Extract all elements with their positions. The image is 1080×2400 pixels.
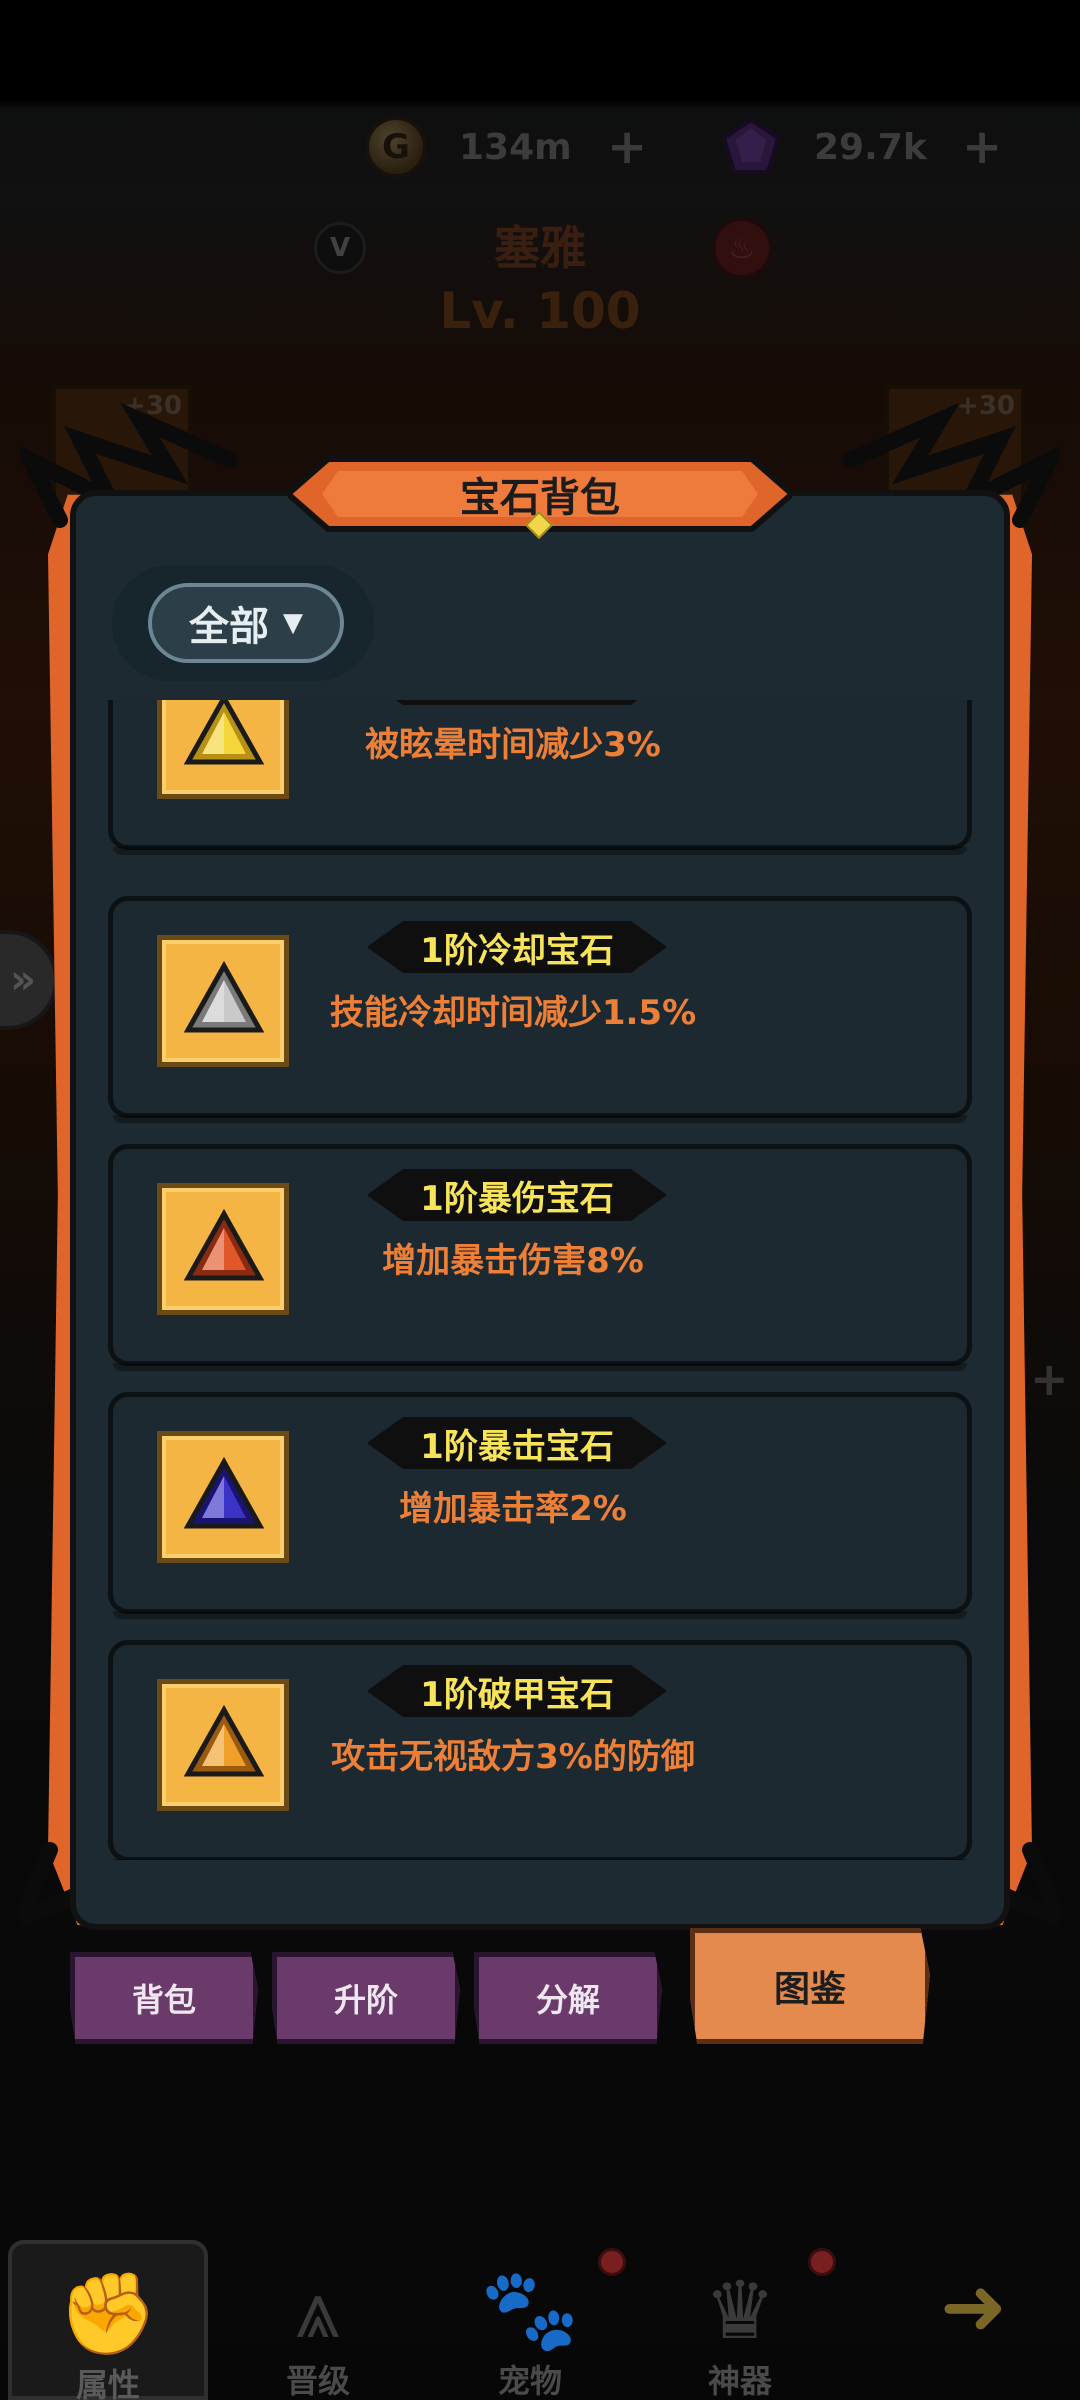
rank-wings-icon: ⩓ [295,2263,341,2356]
add-gems-button[interactable]: + [962,123,1002,171]
nav-label: 宠物 [497,2362,562,2400]
gem-list-item[interactable]: 1阶破甲宝石攻击无视敌方3%的防御 [108,1640,972,1860]
filter-selected-label: 全部 [189,604,269,650]
gem-list[interactable]: 1阶坚定宝石被眩晕时间减少3%1阶冷却宝石技能冷却时间减少1.5%1阶暴伤宝石增… [92,700,992,1860]
gem-list-item[interactable]: 1阶坚定宝石被眩晕时间减少3% [108,700,972,855]
fire-element-icon: ♨ [712,218,772,278]
nav-item-3[interactable]: ♛ 神器 [640,2240,840,2400]
gold-coin-icon: G [365,116,427,178]
nav-item-1[interactable]: ⩓ 晋级 [218,2240,418,2400]
tab-upgrade[interactable]: 升阶 [272,1952,460,2044]
gem-currency: 29.7k + [720,114,1002,180]
gem-description: 技能冷却时间减少1.5% [329,993,697,1033]
gem-amount: 29.7k [814,126,927,168]
side-plus-icon[interactable]: + [1030,1352,1069,1406]
gold-amount: 134m [459,126,572,168]
nav-label: 神器 [707,2362,772,2400]
paw-icon: 🐾 [480,2263,580,2356]
gem-name: 1阶冷却宝石 [367,921,667,973]
gem-name: 1阶坚定宝石 [367,700,667,705]
nav-label: 晋级 [285,2362,350,2400]
tab-codex[interactable]: 图鉴 [690,1928,930,2044]
gold-currency: G 134m + [365,114,647,180]
gem-list-item[interactable]: 1阶暴击宝石增加暴击率2% [108,1392,972,1619]
nav-label: 属性 [75,2366,140,2400]
purple-gem-icon [720,116,782,178]
nav-item-0[interactable]: ✊ 属性 [8,2240,208,2400]
side-expand-arrow-icon[interactable]: » [0,930,58,1030]
notification-dot-icon [808,2248,836,2276]
gem-list-item[interactable]: 1阶冷却宝石技能冷却时间减少1.5% [108,896,972,1123]
nav-item-2[interactable]: 🐾 宠物 [430,2240,630,2400]
chevron-down-icon: ▼ [283,608,303,638]
filter-dropdown[interactable]: 全部 ▼ [148,583,344,663]
tab-decompose[interactable]: 分解 [474,1952,662,2044]
gem-name: 1阶暴伤宝石 [367,1169,667,1221]
tab-bag[interactable]: 背包 [70,1952,258,2044]
currency-bar: G 134m + 29.7k + [0,100,1080,195]
equipment-level: +30 [124,391,182,421]
crown-icon: ♛ [704,2263,776,2357]
game-screen: G 134m + 29.7k + V 塞雅 ♨ Lv. 100 +30 +30 … [0,0,1080,2400]
gem-description: 增加暴击率2% [399,1489,627,1529]
nav-next-arrow-icon[interactable]: ➜ [940,2260,1060,2353]
equipment-level: +30 [957,391,1015,421]
bottom-navigation: ✊ 属性 ⩓ 晋级 🐾 宠物 ♛ 神器 [0,2240,1080,2400]
gem-name: 1阶暴击宝石 [367,1417,667,1469]
fist-icon: ✊ [58,2267,158,2360]
hero-name: 塞雅 [494,221,586,275]
gem-name: 1阶破甲宝石 [367,1665,667,1717]
notification-dot-icon [598,2248,626,2276]
hero-level: Lv. 100 [439,282,641,340]
gem-description: 被眩晕时间减少3% [365,725,661,765]
gem-description: 攻击无视敌方3%的防御 [331,1737,695,1777]
add-gold-button[interactable]: + [607,123,647,171]
gem-list-item[interactable]: 1阶暴伤宝石增加暴击伤害8% [108,1144,972,1371]
gem-description: 增加暴击伤害8% [382,1241,644,1281]
